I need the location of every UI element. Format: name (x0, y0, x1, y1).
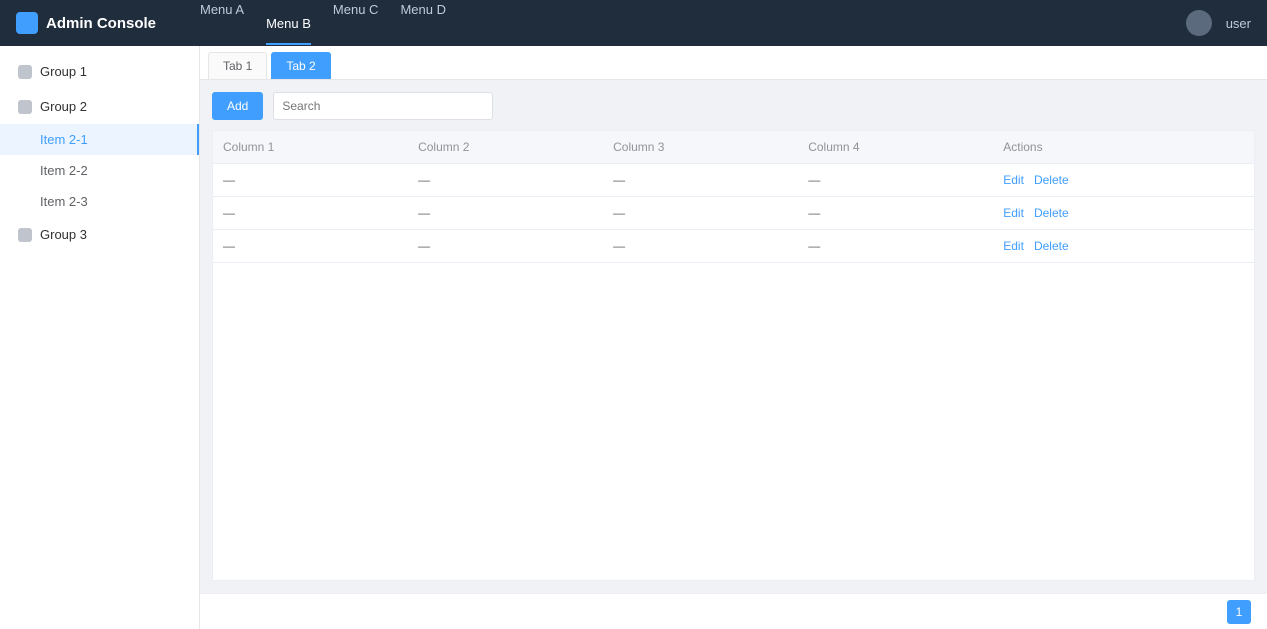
sidebar-group-label: Group 2 (40, 99, 87, 114)
column-header-4: Column 4 (798, 131, 994, 164)
row-action-1[interactable]: Edit (1003, 206, 1024, 220)
brand: Admin Console (0, 12, 200, 34)
user-area: user (1185, 10, 1251, 36)
table-cell: — (408, 163, 604, 197)
row-action-1[interactable]: Edit (1003, 173, 1024, 187)
sidebar-group-label: Group 1 (40, 64, 87, 79)
column-header-1: Column 1 (213, 131, 409, 164)
table-row: — — — — Edit Delete (213, 196, 1254, 230)
table-cell: — (213, 196, 409, 230)
pagination: 1 (200, 593, 1267, 629)
app-root: Admin Console Menu A Menu B Menu C Menu D u… (0, 0, 1267, 629)
table-cell: — (408, 196, 604, 230)
top-menu-item-1[interactable]: Menu A (200, 2, 244, 45)
column-header-3: Column 3 (603, 131, 799, 164)
table-body: — — — — Edit Delete — — — — Edit Delete — — — — Edit Dele… (213, 163, 1254, 263)
page-button[interactable]: 1 (1227, 599, 1251, 624)
app-title: Admin Console (46, 14, 157, 32)
sidebar-item-2-3[interactable]: Item 2-3 (0, 186, 199, 217)
menu-icon (18, 64, 32, 79)
table-cell-actions: Edit Delete (993, 163, 1254, 197)
sidebar-item-2-2[interactable]: Item 2-2 (0, 155, 199, 186)
table-row: — — — — Edit Delete (213, 163, 1254, 197)
sidebar: Group 1 Group 2 Item 2-1 Item 2-2 Item 2-3 Gr… (0, 46, 200, 629)
data-table: Column 1 Column 2 Column 3 Column 4 Actions … (212, 130, 1255, 581)
table-cell: — (213, 163, 409, 197)
table-cell: — (798, 163, 994, 197)
menu-icon (18, 99, 32, 114)
row-action-2[interactable]: Delete (1034, 239, 1069, 253)
user-name[interactable]: user (1226, 16, 1251, 31)
tab-1[interactable]: Tab 1 (208, 52, 268, 79)
avatar[interactable] (1185, 10, 1212, 36)
table-row: — — — — Edit Delete (213, 229, 1254, 263)
column-header-2: Column 2 (408, 131, 604, 164)
table-header-row: Column 1 Column 2 Column 3 Column 4 Actions (213, 131, 1254, 164)
row-action-1[interactable]: Edit (1003, 239, 1024, 253)
sidebar-group-2[interactable]: Group 2 (0, 89, 199, 124)
sidebar-group-3[interactable]: Group 3 (0, 217, 199, 252)
row-action-2[interactable]: Delete (1034, 206, 1069, 220)
tab-2[interactable]: Tab 2 (271, 52, 331, 79)
top-menu-item-2[interactable]: Menu B (266, 16, 311, 45)
add-button[interactable]: Add (212, 92, 264, 120)
table-cell: — (798, 196, 994, 230)
body: Group 1 Group 2 Item 2-1 Item 2-2 Item 2-3 Gr… (0, 46, 1267, 629)
top-navigation-bar: Admin Console Menu A Menu B Menu C Menu D u… (0, 0, 1267, 46)
table-cell: — (408, 229, 604, 263)
table-cell-actions: Edit Delete (993, 229, 1254, 263)
table-cell: — (603, 163, 799, 197)
table-cell: — (603, 229, 799, 263)
row-action-2[interactable]: Delete (1034, 173, 1069, 187)
top-menu-item-4[interactable]: Menu D (400, 2, 446, 45)
column-header-5: Actions (993, 131, 1254, 164)
logo-icon (16, 12, 38, 34)
table-cell-actions: Edit Delete (993, 196, 1254, 230)
sidebar-group-1[interactable]: Group 1 (0, 54, 199, 89)
table-cell: — (798, 229, 994, 263)
menu-icon (18, 227, 32, 242)
table-cell: — (213, 229, 409, 263)
sidebar-item-2-1[interactable]: Item 2-1 (0, 124, 199, 155)
tab-strip: Tab 1 Tab 2 (200, 46, 1267, 80)
table-cell: — (603, 196, 799, 230)
top-menu-item-3[interactable]: Menu C (333, 2, 379, 45)
content: Add Column 1Column 2Column 3Column 4Acti… (200, 80, 1267, 593)
toolbar: Add (212, 92, 1255, 120)
sidebar-group-label: Group 3 (40, 227, 87, 242)
search-input[interactable] (273, 92, 494, 120)
top-menu: Menu A Menu B Menu C Menu D (200, 2, 1186, 45)
main-area: Tab 1Tab 2 Add Column 1Column 2Column 3C… (200, 46, 1267, 629)
